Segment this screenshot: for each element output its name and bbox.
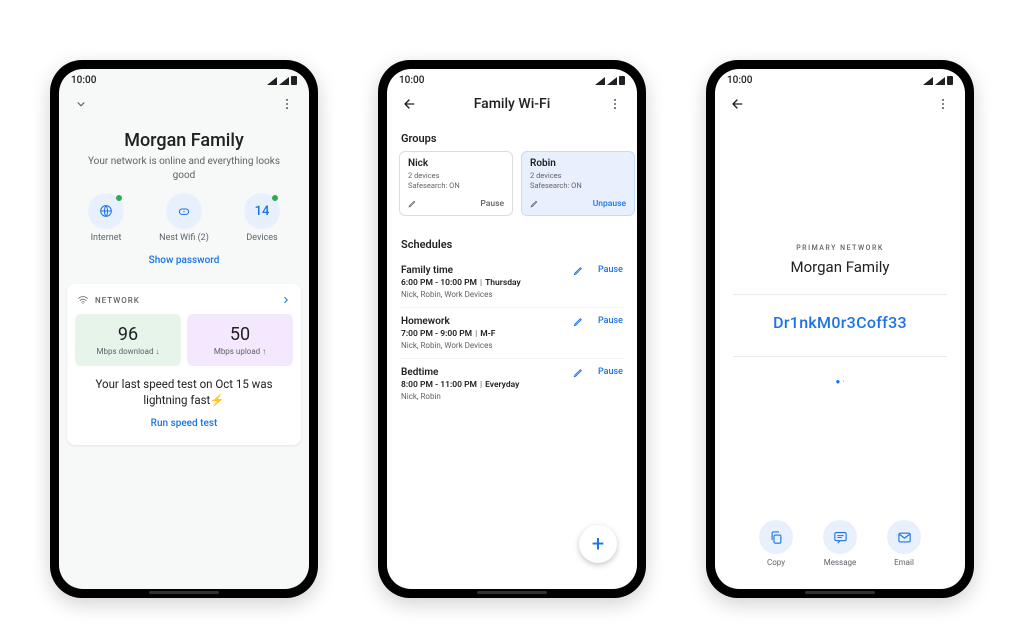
show-password-link[interactable]: Show password <box>59 247 309 274</box>
group-meta: 2 devicesSafesearch: ON <box>530 171 626 191</box>
group-name: Nick <box>408 158 504 169</box>
wifi-icon <box>77 294 89 306</box>
wifi-password: Dr1nkM0r3Coff33 <box>773 313 907 332</box>
group-pause-button[interactable]: Unpause <box>593 199 626 209</box>
group-pause-button[interactable]: Pause <box>480 199 504 209</box>
chevron-down-icon[interactable] <box>69 92 93 116</box>
back-icon[interactable] <box>397 92 421 116</box>
back-icon[interactable] <box>725 92 749 116</box>
schedule-time: 6:00 PM - 10:00 PM|Thursday <box>401 278 567 288</box>
divider <box>733 356 947 357</box>
more-icon[interactable] <box>275 92 299 116</box>
pencil-icon[interactable] <box>573 265 584 276</box>
globe-icon <box>98 203 114 219</box>
message-icon <box>833 530 848 545</box>
group-name: Robin <box>530 158 626 169</box>
phone-family-wifi: 10:00 Family Wi-Fi Groups Nick 2 devices… <box>378 60 646 598</box>
group-card[interactable]: Robin 2 devicesSafesearch: ON Unpause <box>521 151 635 216</box>
schedule-members: Nick, Robin, Work Devices <box>401 341 567 350</box>
network-name: Morgan Family <box>59 130 309 151</box>
schedule-time: 8:00 PM - 11:00 PM|Everyday <box>401 380 567 390</box>
page-title: Family Wi-Fi <box>474 96 551 112</box>
status-icons <box>267 76 297 85</box>
schedule-name: Family time <box>401 265 567 276</box>
status-time: 10:00 <box>399 75 424 86</box>
status-time: 10:00 <box>727 75 752 86</box>
schedules-header: Schedules <box>387 230 637 257</box>
share-message-button[interactable]: Message <box>823 520 857 567</box>
share-copy-button[interactable]: Copy <box>759 520 793 567</box>
group-meta: 2 devicesSafesearch: ON <box>408 171 504 191</box>
status-time: 10:00 <box>71 75 96 86</box>
download-speed: 96 Mbps download ↓ <box>75 314 181 366</box>
schedule-pause-button[interactable]: Pause <box>598 265 623 275</box>
schedule-pause-button[interactable]: Pause <box>598 367 623 377</box>
schedule-time: 7:00 PM - 9:00 PM|M-F <box>401 329 567 339</box>
more-icon[interactable] <box>603 92 627 116</box>
upload-speed: 50 Mbps upload ↑ <box>187 314 293 366</box>
status-icons <box>595 76 625 85</box>
status-bar: 10:00 <box>59 69 309 88</box>
tile-devices[interactable]: 14 Devices <box>232 193 292 243</box>
status-icons <box>923 76 953 85</box>
status-bar: 10:00 <box>387 69 637 88</box>
schedule-pause-button[interactable]: Pause <box>598 316 623 326</box>
network-status-text: Your network is online and everything lo… <box>83 155 285 183</box>
group-card[interactable]: Nick 2 devicesSafesearch: ON Pause <box>399 151 513 216</box>
schedule-name: Homework <box>401 316 567 327</box>
pencil-icon[interactable] <box>573 367 584 378</box>
fab-add-button[interactable]: + <box>579 525 617 563</box>
copy-icon <box>769 530 784 545</box>
pencil-icon[interactable] <box>573 316 584 327</box>
chevron-right-icon[interactable] <box>281 295 291 305</box>
groups-header: Groups <box>387 124 637 151</box>
share-email-button[interactable]: Email <box>887 520 921 567</box>
groups-row[interactable]: Nick 2 devicesSafesearch: ON PauseRobin … <box>387 151 637 216</box>
pencil-icon[interactable] <box>408 199 417 208</box>
network-label: PRIMARY NETWORK <box>796 244 884 252</box>
tile-nest-wifi[interactable]: Nest Wifi (2) <box>154 193 214 243</box>
divider <box>733 294 947 295</box>
network-name: Morgan Family <box>791 258 890 276</box>
speed-test-message: Your last speed test on Oct 15 was light… <box>85 376 283 408</box>
schedule-name: Bedtime <box>401 367 567 378</box>
router-icon <box>176 203 192 219</box>
schedule-members: Nick, Robin, Work Devices <box>401 290 567 299</box>
network-card: NETWORK 96 Mbps download ↓ 50 Mbps uploa… <box>67 284 301 445</box>
pencil-icon[interactable] <box>530 199 539 208</box>
status-bar: 10:00 <box>715 69 965 88</box>
more-icon[interactable] <box>931 92 955 116</box>
schedule-item[interactable]: Homework 7:00 PM - 9:00 PM|M-F Nick, Rob… <box>401 307 623 358</box>
phone-home: 10:00 Morgan Family Your network is onli… <box>50 60 318 598</box>
schedule-item[interactable]: Family time 6:00 PM - 10:00 PM|Thursday … <box>401 257 623 307</box>
run-speed-test-link[interactable]: Run speed test <box>75 410 293 437</box>
schedule-item[interactable]: Bedtime 8:00 PM - 11:00 PM|Everyday Nick… <box>401 358 623 409</box>
pager-dots[interactable]: ● · <box>836 377 845 386</box>
schedule-members: Nick, Robin <box>401 392 567 401</box>
tile-internet[interactable]: Internet <box>76 193 136 243</box>
email-icon <box>897 530 912 545</box>
phone-share-password: 10:00 PRIMARY NETWORK Morgan Family Dr1n… <box>706 60 974 598</box>
